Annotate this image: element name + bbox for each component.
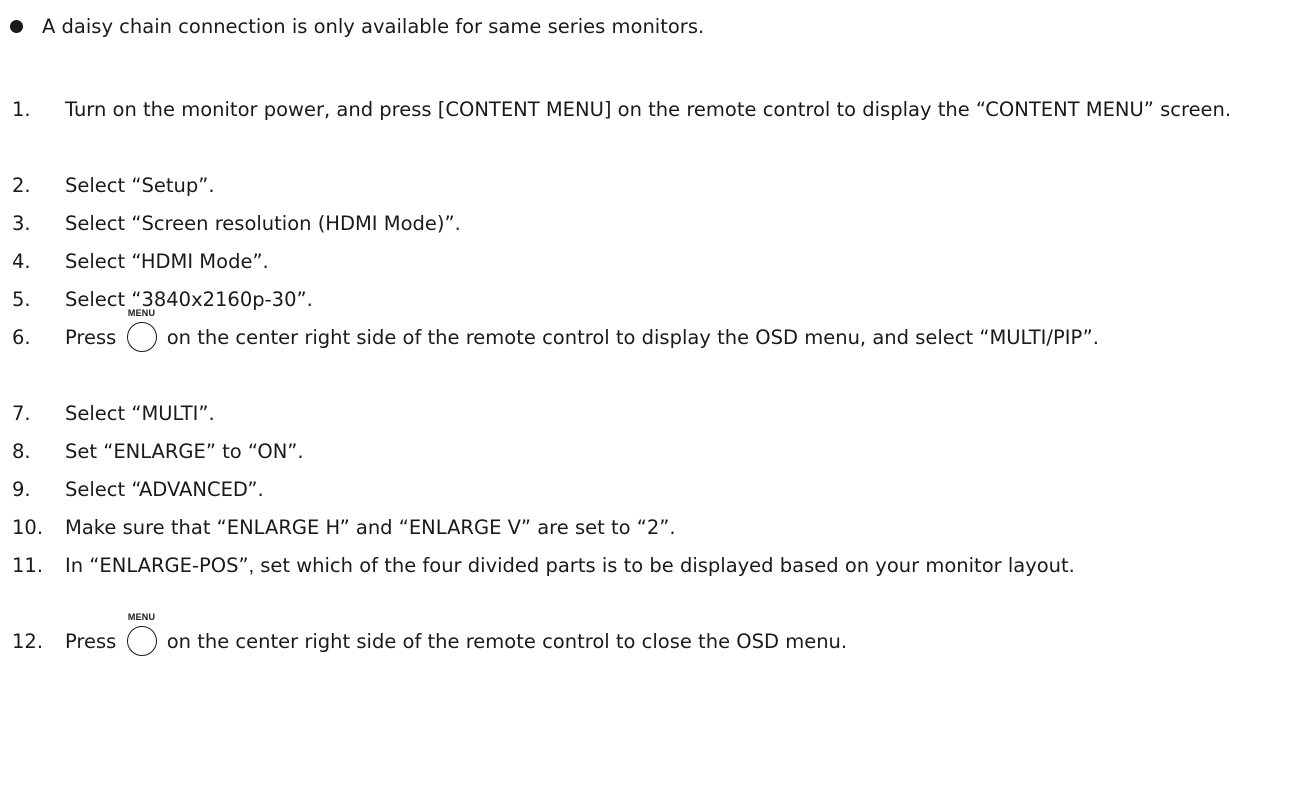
step-number: 12. bbox=[12, 630, 44, 653]
list-item: 12. Press MENU on the center right side … bbox=[12, 612, 1297, 661]
step-text: In “ENLARGE-POS”, set which of the four … bbox=[65, 547, 1297, 585]
step-text-pre: Press bbox=[65, 630, 117, 653]
step-number: 5. bbox=[12, 288, 31, 311]
list-item: 1. Turn on the monitor power, and press … bbox=[12, 91, 1297, 129]
step-number: 2. bbox=[12, 174, 31, 197]
step-text-post: on the center right side of the remote c… bbox=[166, 326, 1099, 349]
step-number: 3. bbox=[12, 212, 31, 235]
step-number: 8. bbox=[12, 440, 31, 463]
step-number: 10. bbox=[12, 516, 44, 539]
step-text: Turn on the monitor power, and press [CO… bbox=[65, 98, 1232, 121]
menu-icon-label: MENU bbox=[127, 308, 156, 318]
step-text: Select “Screen resolution (HDMI Mode)”. bbox=[65, 212, 461, 235]
list-item: 9. Select “ADVANCED”. bbox=[12, 471, 1297, 509]
list-item: 3. Select “Screen resolution (HDMI Mode)… bbox=[12, 205, 1297, 243]
list-item: 8. Set “ENLARGE” to “ON”. bbox=[12, 433, 1297, 471]
step-text: Select “3840x2160p-30”. bbox=[65, 288, 313, 311]
list-item: 11. In “ENLARGE-POS”, set which of the f… bbox=[12, 547, 1297, 585]
step-text: Press MENU on the center right side of t… bbox=[65, 612, 1297, 661]
step-text-post: on the center right side of the remote c… bbox=[166, 630, 848, 653]
list-item: 7. Select “MULTI”. bbox=[12, 395, 1297, 433]
list-item: 4. Select “HDMI Mode”. bbox=[12, 243, 1297, 281]
step-text: Select “Setup”. bbox=[65, 174, 215, 197]
step-text: Press MENU on the center right side of t… bbox=[65, 308, 1297, 357]
step-number: 6. bbox=[12, 326, 31, 349]
note-text: A daisy chain connection is only availab… bbox=[42, 14, 705, 38]
list-item: 10. Make sure that “ENLARGE H” and “ENLA… bbox=[12, 509, 1297, 547]
step-text: Select “ADVANCED”. bbox=[65, 478, 264, 501]
step-text: Select “HDMI Mode”. bbox=[65, 250, 269, 273]
bullet-icon bbox=[10, 19, 23, 33]
step-text-pre: Press bbox=[65, 326, 117, 349]
list-item: 6. Press MENU on the center right side o… bbox=[12, 308, 1297, 357]
menu-button-icon: MENU bbox=[126, 308, 157, 352]
step-text-pre: In “ENLARGE-POS” bbox=[65, 554, 249, 577]
step-text: Set “ENLARGE” to “ON”. bbox=[65, 440, 304, 463]
menu-button-icon: MENU bbox=[126, 612, 157, 656]
step-text: Make sure that “ENLARGE H” and “ENLARGE … bbox=[65, 516, 676, 539]
step-number: 11. bbox=[12, 554, 44, 577]
note-bullet-item: A daisy chain connection is only availab… bbox=[10, 12, 704, 40]
step-number: 9. bbox=[12, 478, 31, 501]
menu-icon-label: MENU bbox=[127, 612, 156, 622]
list-item: 5. Select “3840x2160p-30”. bbox=[12, 281, 1297, 319]
list-item: 2. Select “Setup”. bbox=[12, 167, 1297, 205]
step-number: 1. bbox=[12, 98, 31, 121]
step-text: Select “MULTI”. bbox=[65, 402, 215, 425]
step-number: 4. bbox=[12, 250, 31, 273]
step-text-post: set which of the four divided parts is t… bbox=[254, 554, 1075, 577]
step-number: 7. bbox=[12, 402, 31, 425]
